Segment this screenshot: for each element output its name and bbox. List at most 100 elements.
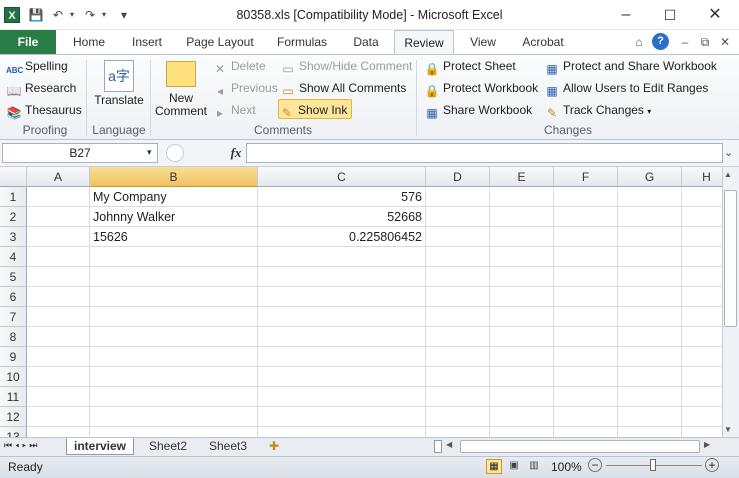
cell-a1[interactable] [27, 187, 90, 207]
cell-f3[interactable] [554, 227, 618, 247]
zoom-in-button[interactable]: + [705, 458, 719, 472]
cell-h12[interactable] [682, 407, 722, 427]
cell-f12[interactable] [554, 407, 618, 427]
name-box-dropdown-icon[interactable]: ▾ [147, 147, 152, 158]
cell-a6[interactable] [27, 287, 90, 307]
formula-input[interactable] [246, 143, 723, 163]
cell-e12[interactable] [490, 407, 554, 427]
cell-d1[interactable] [426, 187, 490, 207]
tab-data[interactable]: Data [344, 30, 388, 54]
sheet-nav-arrows-icon[interactable]: ⏮◂▸⏭ [4, 440, 40, 451]
cell-d10[interactable] [426, 367, 490, 387]
worksheet-grid[interactable]: A B C D E F G H 1 My Company 576 2 Johnny Walker 5266… [0, 167, 722, 437]
cell-c7[interactable] [258, 307, 426, 327]
row-header-8[interactable]: 8 [0, 327, 27, 347]
cell-e13[interactable] [490, 427, 554, 437]
maximize-button[interactable]: ☐ [647, 0, 693, 30]
column-header-f[interactable]: F [554, 167, 618, 187]
cell-g3[interactable] [618, 227, 682, 247]
cell-h1[interactable] [682, 187, 722, 207]
delete-comment-button[interactable]: ✕ Delete [212, 56, 266, 76]
show-ink-button[interactable]: ✎ Show Ink [278, 99, 353, 120]
cell-f2[interactable] [554, 207, 618, 227]
show-hide-comment-button[interactable]: ▭ Show/Hide Comment [280, 56, 412, 76]
cell-g2[interactable] [618, 207, 682, 227]
column-header-g[interactable]: G [618, 167, 682, 187]
cell-f9[interactable] [554, 347, 618, 367]
row-header-13[interactable]: 13 [0, 427, 27, 437]
cell-c10[interactable] [258, 367, 426, 387]
new-comment-icon[interactable] [166, 61, 196, 87]
cell-b4[interactable] [90, 247, 258, 267]
scroll-left-icon[interactable]: ◀ [446, 440, 452, 449]
horizontal-scroll-thumb[interactable] [460, 440, 700, 453]
cell-b5[interactable] [90, 267, 258, 287]
tab-acrobat[interactable]: Acrobat [512, 30, 574, 54]
cell-f8[interactable] [554, 327, 618, 347]
cell-e10[interactable] [490, 367, 554, 387]
cell-g8[interactable] [618, 327, 682, 347]
cell-b1[interactable]: My Company [90, 187, 258, 207]
tab-formulas[interactable]: Formulas [270, 30, 334, 54]
cell-h5[interactable] [682, 267, 722, 287]
cell-b11[interactable] [90, 387, 258, 407]
cell-g11[interactable] [618, 387, 682, 407]
tab-review[interactable]: Review [394, 30, 454, 54]
minimize-button[interactable]: – [603, 0, 649, 30]
cell-g7[interactable] [618, 307, 682, 327]
tab-home[interactable]: Home [66, 30, 112, 54]
normal-view-button[interactable]: ▦ [486, 459, 502, 474]
cell-h3[interactable] [682, 227, 722, 247]
cell-a4[interactable] [27, 247, 90, 267]
cell-g1[interactable] [618, 187, 682, 207]
cell-d13[interactable] [426, 427, 490, 437]
cell-g9[interactable] [618, 347, 682, 367]
cell-b10[interactable] [90, 367, 258, 387]
cell-h10[interactable] [682, 367, 722, 387]
protect-workbook-button[interactable]: 🔒 Protect Workbook [424, 78, 539, 98]
cell-d2[interactable] [426, 207, 490, 227]
cell-f11[interactable] [554, 387, 618, 407]
column-header-a[interactable]: A [27, 167, 90, 187]
formula-bar-toggle[interactable] [166, 144, 184, 162]
cell-e11[interactable] [490, 387, 554, 407]
cell-d3[interactable] [426, 227, 490, 247]
vertical-scroll-thumb[interactable] [724, 190, 737, 327]
cell-f13[interactable] [554, 427, 618, 437]
row-header-5[interactable]: 5 [0, 267, 27, 287]
translate-icon[interactable]: a字 [104, 60, 134, 92]
cell-a3[interactable] [27, 227, 90, 247]
cell-b8[interactable] [90, 327, 258, 347]
cell-d6[interactable] [426, 287, 490, 307]
row-header-12[interactable]: 12 [0, 407, 27, 427]
column-header-c[interactable]: C [258, 167, 426, 187]
translate-button[interactable]: Translate [92, 90, 146, 110]
share-workbook-button[interactable]: ▦ Share Workbook [424, 100, 532, 120]
cell-e5[interactable] [490, 267, 554, 287]
cell-g5[interactable] [618, 267, 682, 287]
select-all-corner[interactable] [0, 167, 27, 187]
protect-share-workbook-button[interactable]: ▦ Protect and Share Workbook [544, 56, 717, 76]
thesaurus-button[interactable]: 📚 Thesaurus [6, 100, 82, 120]
cell-d12[interactable] [426, 407, 490, 427]
cell-b3[interactable]: 15626 [90, 227, 258, 247]
zoom-slider-thumb[interactable] [650, 459, 656, 471]
cell-h2[interactable] [682, 207, 722, 227]
cell-g10[interactable] [618, 367, 682, 387]
spelling-button[interactable]: ABC Spelling [6, 56, 68, 76]
cell-b6[interactable] [90, 287, 258, 307]
workbook-minimize-icon[interactable]: – [676, 33, 694, 51]
cell-h8[interactable] [682, 327, 722, 347]
cell-b13[interactable] [90, 427, 258, 437]
name-box[interactable]: B27 [2, 143, 158, 163]
cell-b2[interactable]: Johnny Walker [90, 207, 258, 227]
cell-h6[interactable] [682, 287, 722, 307]
minimize-ribbon-icon[interactable]: ⌂ [630, 33, 648, 51]
cell-d4[interactable] [426, 247, 490, 267]
workbook-restore-icon[interactable]: ⧉ [696, 33, 714, 51]
cell-g6[interactable] [618, 287, 682, 307]
row-header-1[interactable]: 1 [0, 187, 27, 207]
zoom-level[interactable]: 100% [551, 460, 582, 474]
row-header-4[interactable]: 4 [0, 247, 27, 267]
scroll-down-icon[interactable]: ▼ [724, 425, 732, 434]
